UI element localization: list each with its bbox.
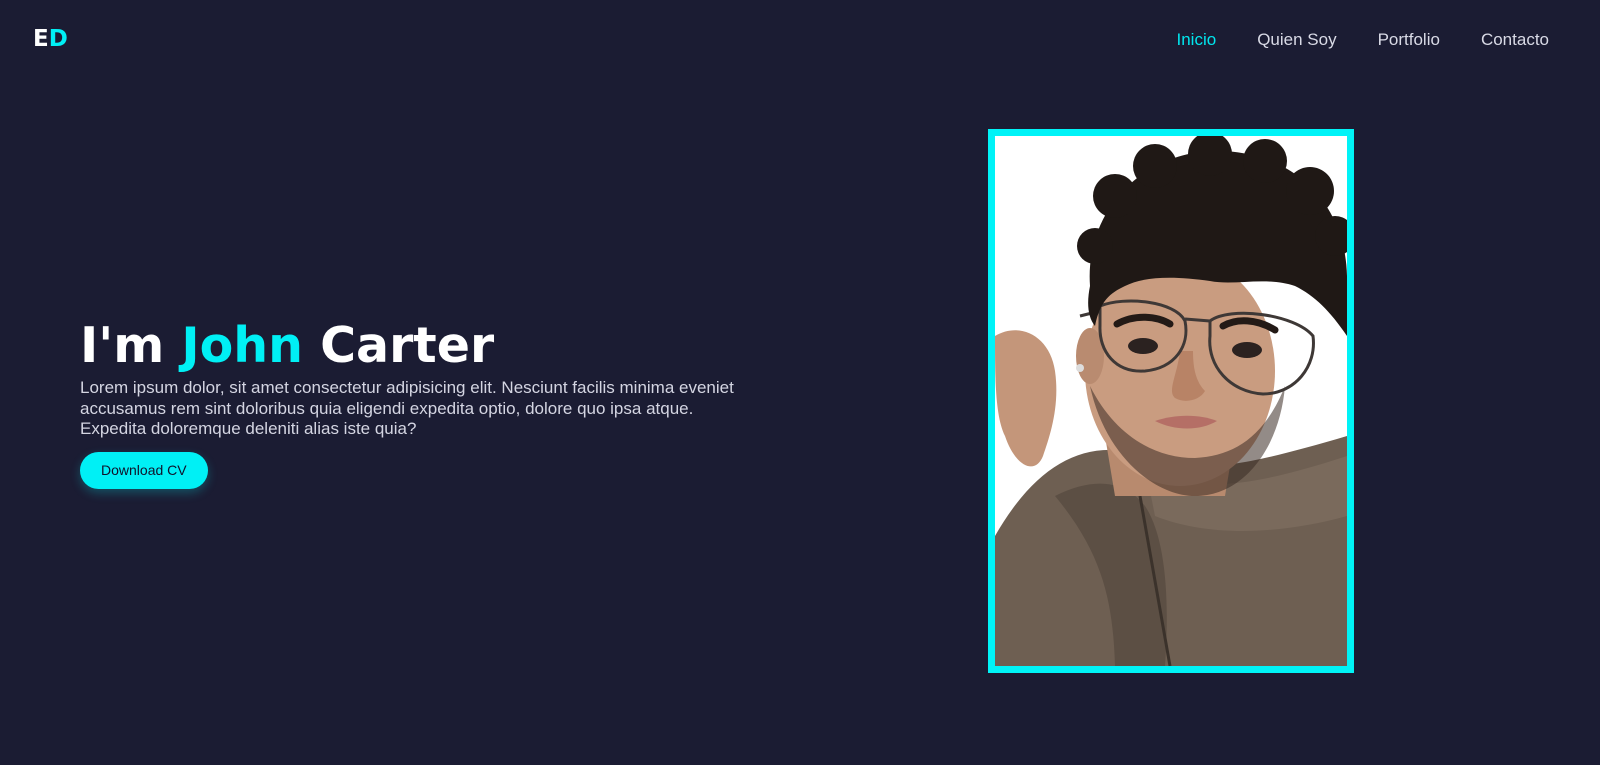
main-nav: Inicio Quien Soy Portfolio Contacto <box>1177 30 1550 50</box>
hero-title-suffix: Carter <box>303 317 495 374</box>
hero-title-name: John <box>181 317 304 374</box>
hero-title-prefix: I'm <box>80 317 182 374</box>
hero-description: Lorem ipsum dolor, sit amet consectetur … <box>80 378 734 438</box>
nav-item-quien-soy[interactable]: Quien Soy <box>1257 30 1336 50</box>
logo[interactable]: ED <box>33 26 68 52</box>
logo-letter-d: D <box>48 26 68 52</box>
hero-section: I'm John Carter Lorem ipsum dolor, sit a… <box>80 318 760 489</box>
nav-item-portfolio[interactable]: Portfolio <box>1378 30 1440 50</box>
download-cv-button[interactable]: Download CV <box>80 451 208 489</box>
profile-photo-illustration <box>995 136 1347 666</box>
profile-photo <box>988 129 1354 673</box>
nav-item-inicio[interactable]: Inicio <box>1177 30 1217 50</box>
nav-item-contacto[interactable]: Contacto <box>1481 30 1549 50</box>
hero-title: I'm John Carter <box>80 318 760 374</box>
logo-letter-e: E <box>33 26 49 52</box>
